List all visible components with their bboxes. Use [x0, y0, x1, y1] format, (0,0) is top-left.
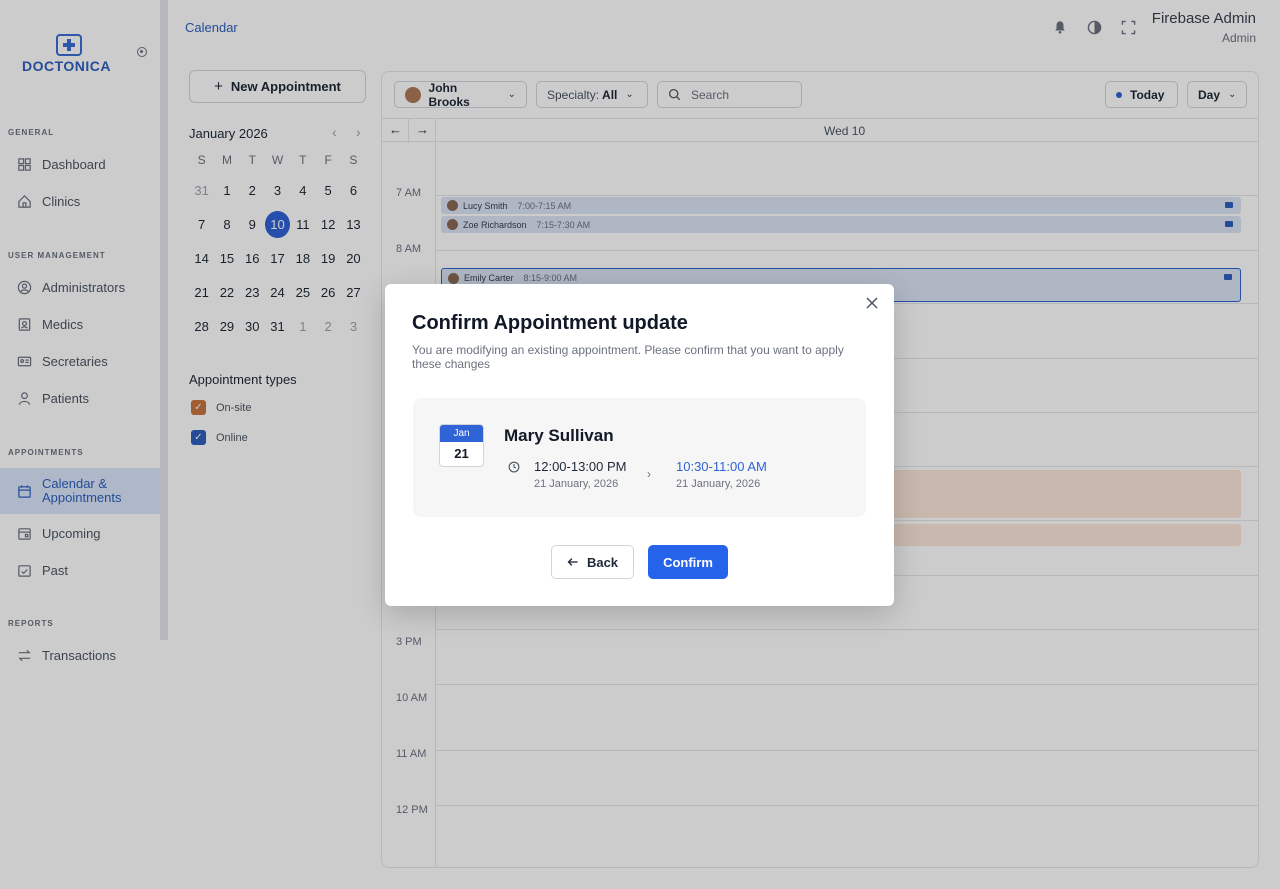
- dialog-title: Confirm Appointment update: [412, 312, 688, 334]
- confirm-update-dialog: Confirm Appointment update You are modif…: [385, 284, 894, 606]
- close-icon[interactable]: [864, 295, 880, 311]
- new-time: 10:30-11:00 AM: [676, 459, 767, 474]
- old-time: 12:00-13:00 PM: [534, 459, 627, 474]
- clock-icon: [508, 460, 520, 473]
- back-button[interactable]: Back: [551, 545, 634, 579]
- date-badge: Jan 21: [439, 424, 484, 467]
- confirm-button[interactable]: Confirm: [648, 545, 728, 579]
- patient-name: Mary Sullivan: [504, 426, 614, 445]
- date-month: Jan: [440, 425, 483, 442]
- new-date: 21 January, 2026: [676, 478, 761, 490]
- arrow-left-icon: [567, 558, 578, 566]
- appointment-summary: Jan 21 Mary Sullivan 12:00-13:00 PM 21 J…: [413, 398, 866, 517]
- dialog-description: You are modifying an existing appointmen…: [412, 343, 844, 371]
- confirm-label: Confirm: [663, 554, 713, 570]
- back-label: Back: [586, 554, 619, 570]
- date-day: 21: [454, 446, 469, 461]
- old-date: 21 January, 2026: [534, 478, 619, 490]
- chevron-right-icon: ›: [647, 467, 651, 481]
